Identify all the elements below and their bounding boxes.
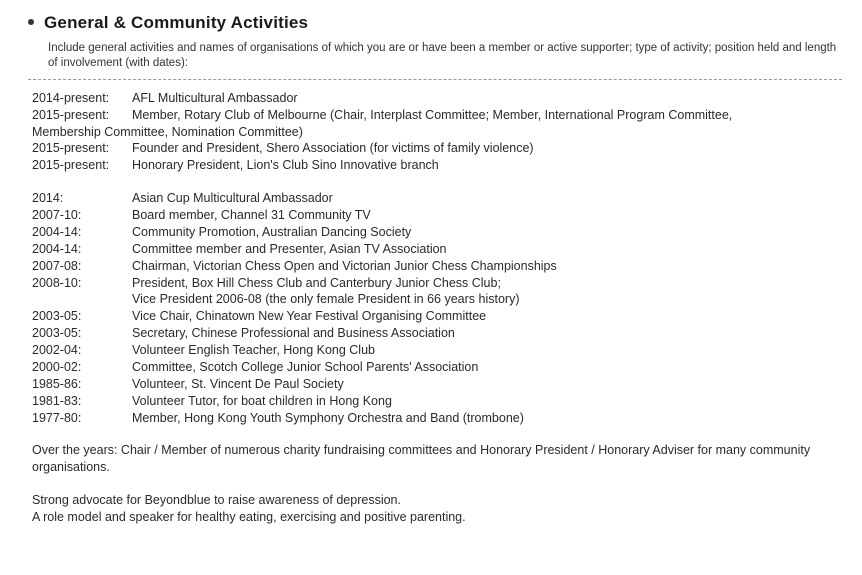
entry-desc: Member, Rotary Club of Melbourne (Chair,… [132,107,838,124]
entry-date: 2007-08: [32,258,132,275]
entry-row: 2014: Asian Cup Multicultural Ambassador [32,190,838,207]
entry-row: 2003-05: Secretary, Chinese Professional… [32,325,838,342]
summary-note: Strong advocate for Beyondblue to raise … [32,492,838,509]
entry-date: 2004-14: [32,224,132,241]
entry-row: 2007-10: Board member, Channel 31 Commun… [32,207,838,224]
section-header: General & Community Activities [28,12,842,35]
entry-desc: Volunteer, St. Vincent De Paul Society [132,376,838,393]
entry-desc: Asian Cup Multicultural Ambassador [132,190,838,207]
entry-row: 2004-14: Committee member and Presenter,… [32,241,838,258]
entry-row: 2008-10: President, Box Hill Chess Club … [32,275,838,292]
entry-desc: Secretary, Chinese Professional and Busi… [132,325,838,342]
entry-desc: AFL Multicultural Ambassador [132,90,838,107]
entry-desc: Chairman, Victorian Chess Open and Victo… [132,258,838,275]
entry-row: 2000-02: Committee, Scotch College Junio… [32,359,838,376]
entry-date: 2004-14: [32,241,132,258]
entry-date: 2008-10: [32,275,132,292]
summary-note: A role model and speaker for healthy eat… [32,509,838,526]
entry-desc: President, Box Hill Chess Club and Cante… [132,275,838,292]
entry-row: Vice President 2006-08 (the only female … [32,291,838,308]
entry-row: 2007-08: Chairman, Victorian Chess Open … [32,258,838,275]
entry-date: 2014-present: [32,90,132,107]
entry-date: 2015-present: [32,107,132,124]
entry-date: 2015-present: [32,140,132,157]
entry-row: 2015-present: Member, Rotary Club of Mel… [32,107,838,124]
entry-date: 2000-02: [32,359,132,376]
entry-date: 1985-86: [32,376,132,393]
entry-row: 2003-05: Vice Chair, Chinatown New Year … [32,308,838,325]
summary-note: Over the years: Chair / Member of numero… [32,442,838,476]
entry-date: 2003-05: [32,308,132,325]
entry-date: 2003-05: [32,325,132,342]
content-box: 2014-present: AFL Multicultural Ambassad… [28,79,842,526]
entry-date: 2014: [32,190,132,207]
entry-row: 1977-80: Member, Hong Kong Youth Symphon… [32,410,838,427]
entry-row: 2015-present: Honorary President, Lion's… [32,157,838,174]
entry-desc: Honorary President, Lion's Club Sino Inn… [132,157,838,174]
entry-row: 2015-present: Founder and President, She… [32,140,838,157]
entry-desc: Volunteer Tutor, for boat children in Ho… [132,393,838,410]
entry-desc: Vice President 2006-08 (the only female … [132,291,838,308]
entry-date: 2007-10: [32,207,132,224]
entry-continuation: Membership Committee, Nomination Committ… [32,124,838,141]
entry-desc: Committee, Scotch College Junior School … [132,359,838,376]
entry-row: 1981-83: Volunteer Tutor, for boat child… [32,393,838,410]
entry-row: 2002-04: Volunteer English Teacher, Hong… [32,342,838,359]
section-title: General & Community Activities [44,12,308,35]
entry-date: 1981-83: [32,393,132,410]
entry-row: 1985-86: Volunteer, St. Vincent De Paul … [32,376,838,393]
entry-date: 2015-present: [32,157,132,174]
entry-desc: Founder and President, Shero Association… [132,140,838,157]
entry-row: 2004-14: Community Promotion, Australian… [32,224,838,241]
entry-desc: Board member, Channel 31 Community TV [132,207,838,224]
entry-date: 1977-80: [32,410,132,427]
entry-date: 2002-04: [32,342,132,359]
entry-desc: Vice Chair, Chinatown New Year Festival … [132,308,838,325]
entry-desc: Committee member and Presenter, Asian TV… [132,241,838,258]
entry-desc: Member, Hong Kong Youth Symphony Orchest… [132,410,838,427]
entry-desc: Community Promotion, Australian Dancing … [132,224,838,241]
bullet-icon [28,19,34,25]
section-intro: Include general activities and names of … [48,41,842,71]
entry-row: 2014-present: AFL Multicultural Ambassad… [32,90,838,107]
entry-desc: Volunteer English Teacher, Hong Kong Clu… [132,342,838,359]
